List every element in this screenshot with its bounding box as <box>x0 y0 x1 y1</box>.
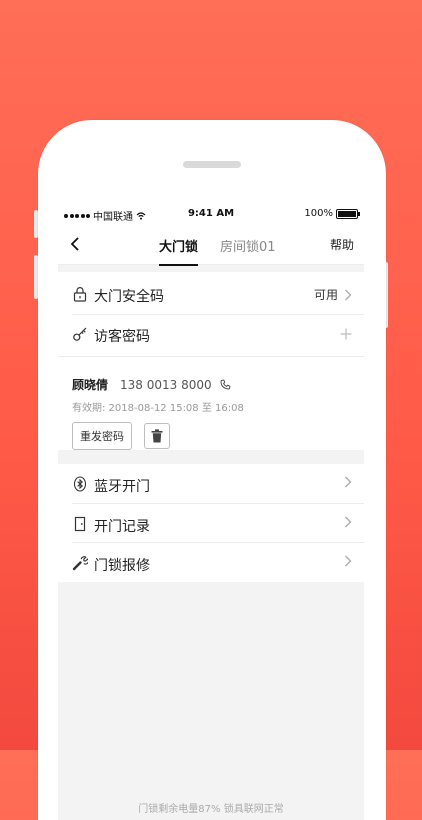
status-bar: 中国联通 9:41 AM 100% <box>58 202 364 224</box>
visitor-phone: 138 0013 8000 <box>120 377 212 392</box>
wrench-icon <box>72 556 88 571</box>
lock-icon <box>73 287 87 302</box>
gate-code-label: 大门安全码 <box>94 289 164 305</box>
menu-item-right <box>344 476 352 488</box>
speaker-grille <box>183 161 241 168</box>
menu-item-label: 蓝牙开门 <box>94 479 150 495</box>
tab-main-gate[interactable]: 大门锁 <box>159 236 199 266</box>
lock-status-footer: 门锁剩余电量87% 锁具联网正常 <box>138 804 284 815</box>
visitor-code-label: 访客密码 <box>94 329 150 345</box>
visitor-info: 顾晓倩 138 0013 8000 <box>72 376 352 393</box>
menu-item-right <box>344 555 352 567</box>
menu-item-label: 开门记录 <box>94 519 150 535</box>
resend-code-button[interactable]: 重发密码 <box>72 422 132 450</box>
visitor-code-row: 访客密码 <box>58 314 364 354</box>
status-right: 100% <box>304 208 360 219</box>
chevron-right-icon <box>345 476 352 488</box>
battery-icon <box>336 208 360 219</box>
phone-frame: 中国联通 9:41 AM 100% 大门锁 房间锁01 帮助 大门安全码 可用 … <box>38 120 386 820</box>
trash-icon <box>151 429 163 443</box>
phone-icon[interactable] <box>220 379 231 390</box>
menu-item-label: 门锁报修 <box>94 558 150 574</box>
chevron-right-icon <box>345 555 352 567</box>
back-chevron-icon[interactable] <box>68 236 84 252</box>
app-screen: 中国联通 9:41 AM 100% 大门锁 房间锁01 帮助 大门安全码 可用 … <box>58 202 364 820</box>
add-icon[interactable] <box>340 328 352 340</box>
help-link[interactable]: 帮助 <box>330 236 354 253</box>
chevron-right-icon <box>345 289 352 300</box>
menu-item-repair[interactable]: 门锁报修 <box>58 543 364 583</box>
visitor-entry: 顾晓倩 138 0013 8000 有效期: 2018-08-12 15:08 … <box>72 376 352 450</box>
gate-code-status-wrap: 可用 <box>314 286 352 303</box>
key-icon <box>73 327 87 341</box>
visitor-validity: 有效期: 2018-08-12 15:08 至 16:08 <box>72 403 244 414</box>
menu-item-bluetooth[interactable]: 蓝牙开门 <box>58 464 364 504</box>
visitor-name: 顾晓倩 <box>72 378 109 392</box>
nav-bar: 大门锁 房间锁01 帮助 <box>58 224 364 266</box>
gate-code-row[interactable]: 大门安全码 可用 <box>58 274 364 314</box>
chevron-right-icon <box>345 516 352 528</box>
bluetooth-icon <box>73 476 87 492</box>
menu-item-right <box>344 516 352 528</box>
menu-item-open-records[interactable]: 开门记录 <box>58 504 364 544</box>
row-divider <box>58 356 364 357</box>
menu-card: 蓝牙开门 开门记录 门锁报修 <box>58 464 364 582</box>
tab-room-lock-01[interactable]: 房间锁01 <box>220 236 276 255</box>
visitor-actions: 重发密码 <box>72 422 352 450</box>
gate-code-status: 可用 <box>313 288 338 302</box>
delete-button[interactable] <box>144 423 170 449</box>
security-card: 大门安全码 可用 访客密码 顾晓倩 138 0013 8000 有效期: 201… <box>58 272 364 450</box>
door-icon <box>74 516 86 532</box>
battery-percent: 100% <box>304 208 333 219</box>
